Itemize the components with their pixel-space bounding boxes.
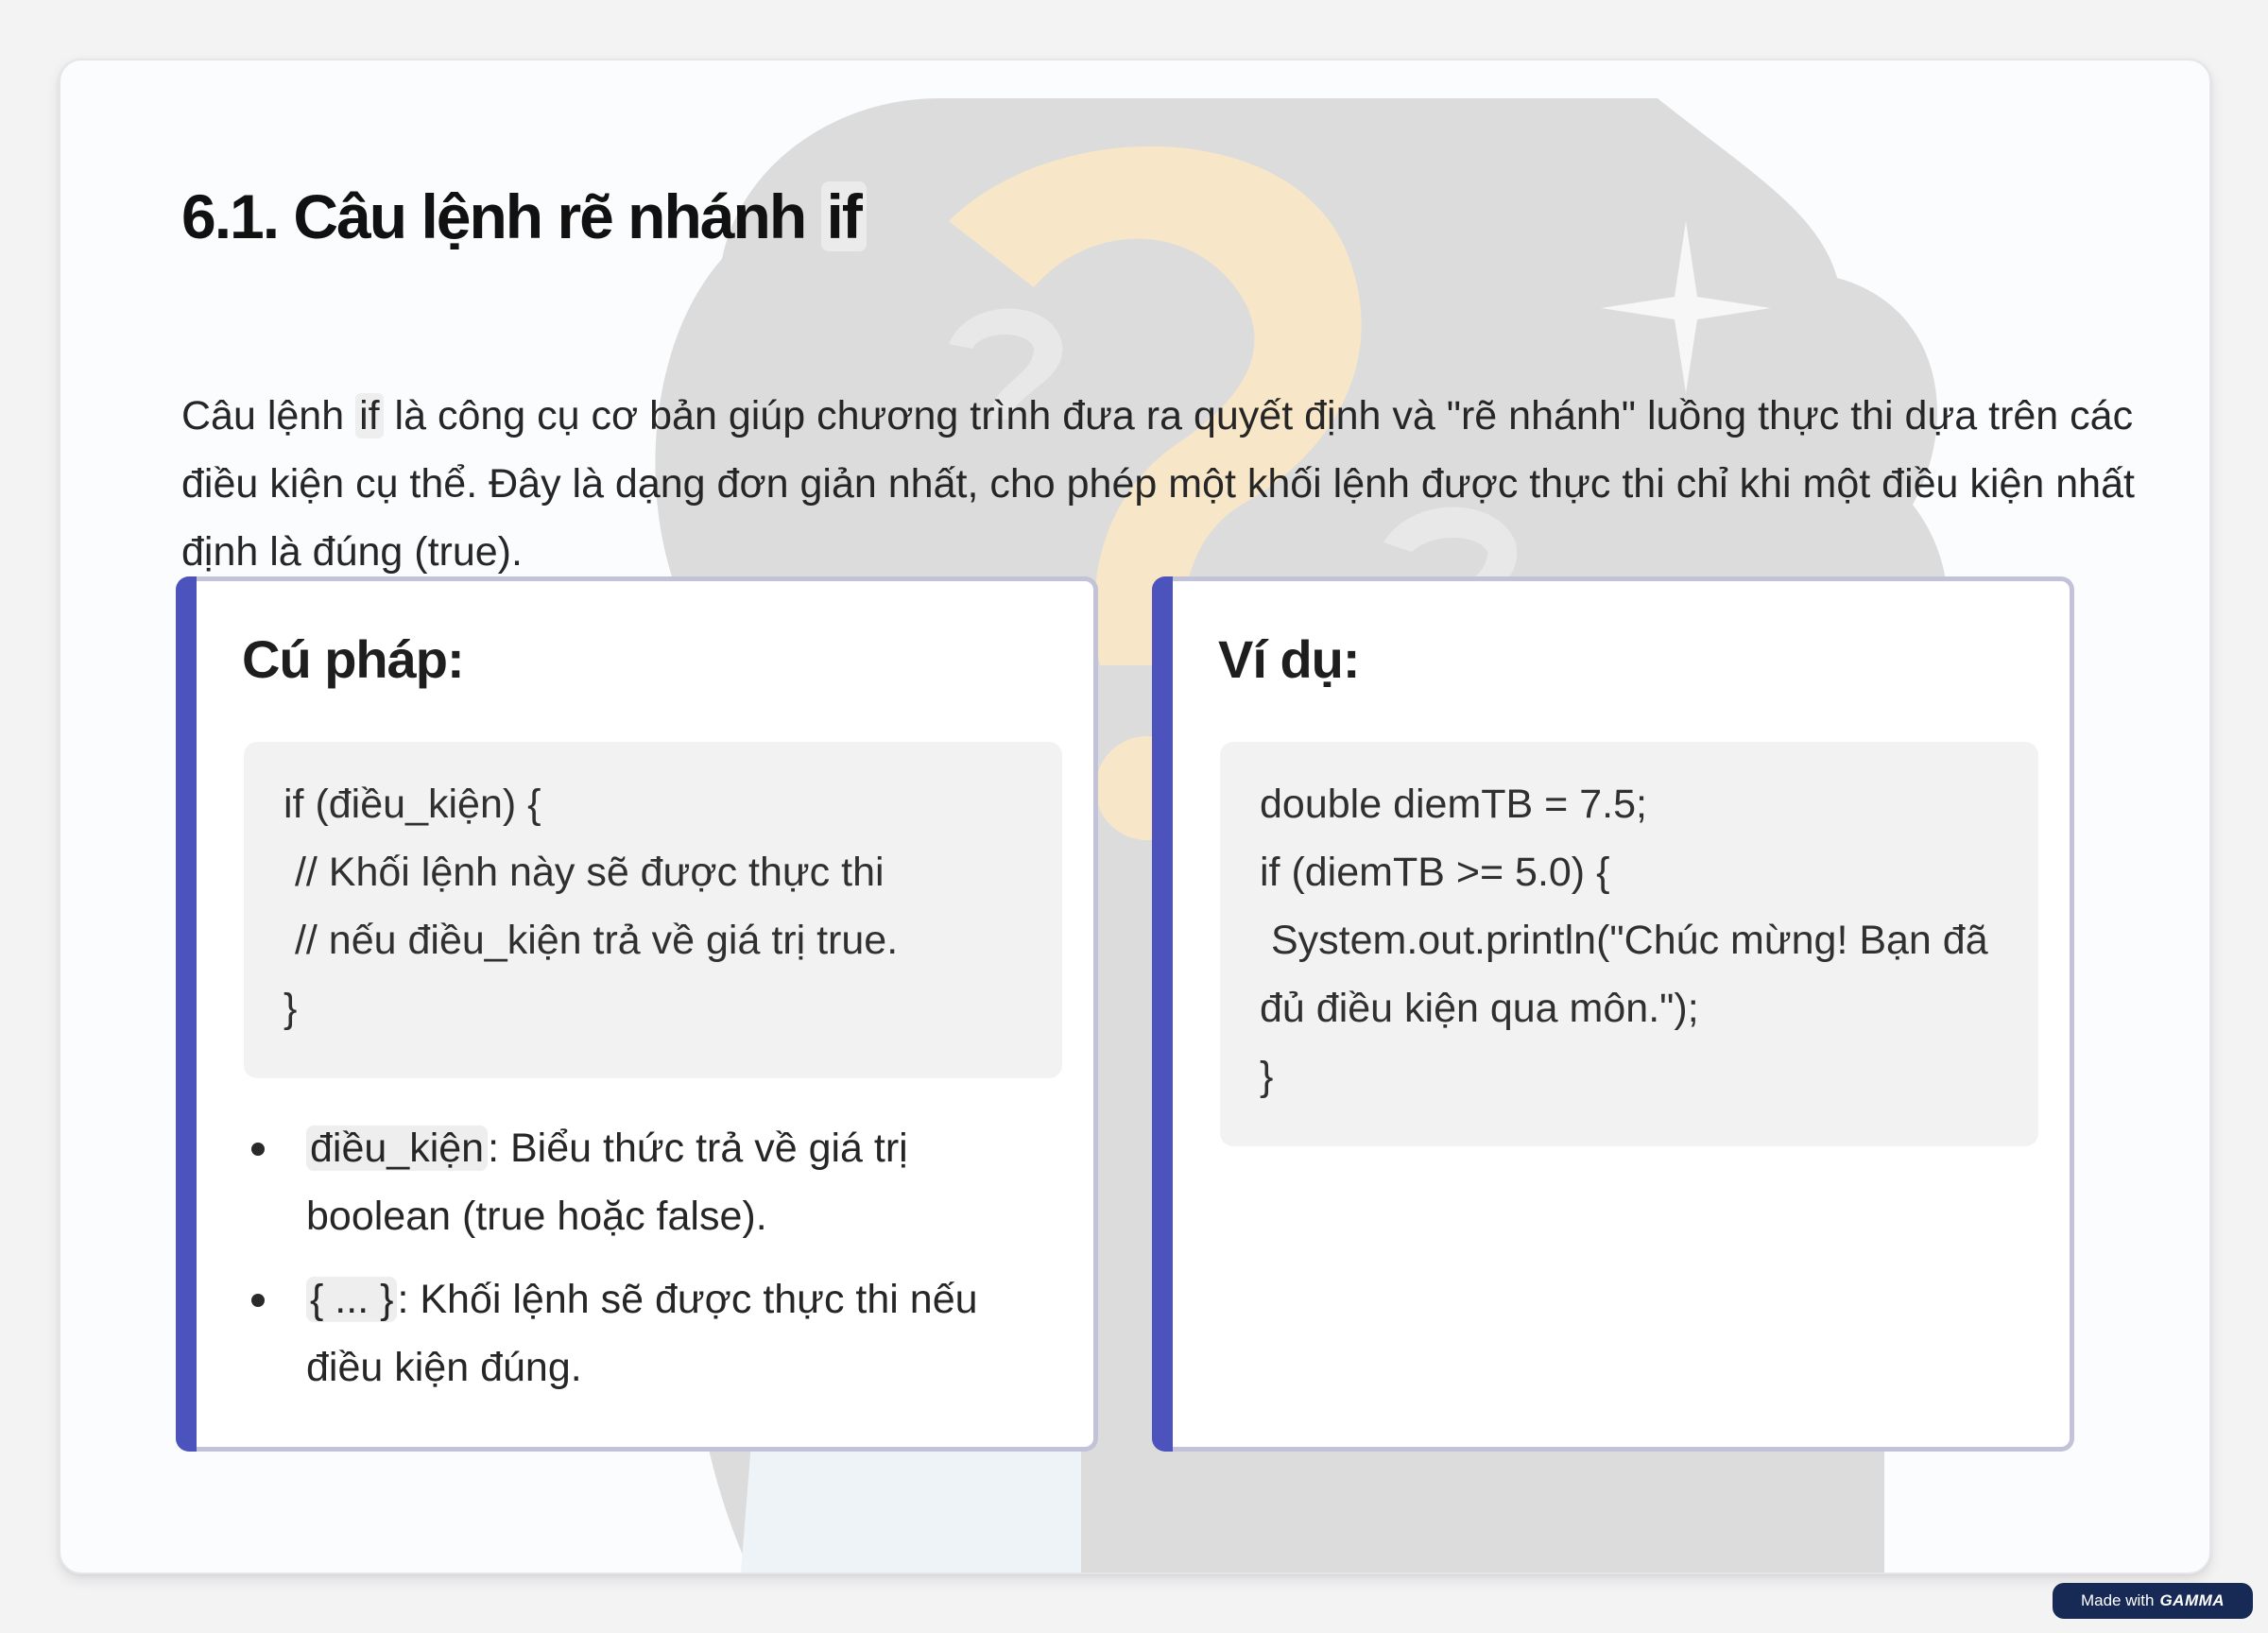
syntax-bullet-list: điều_kiện: Biểu thức trả về giá trị bool… bbox=[244, 1114, 1047, 1417]
bullet-dot-icon bbox=[251, 1143, 265, 1156]
code-line: if (điều_kiện) { bbox=[284, 782, 541, 827]
example-card-title: Ví dụ: bbox=[1218, 629, 1361, 689]
slide-content: 6.1. Câu lệnh rẽ nhánh if Câu lệnh if là… bbox=[60, 60, 2209, 1573]
intro-code-chip: if bbox=[355, 393, 384, 438]
syntax-code-block: if (điều_kiện) { // Khối lệnh này sẽ đượ… bbox=[244, 742, 1062, 1078]
bullet-text: : Khối lệnh sẽ được thực thi nếu điều ki… bbox=[306, 1277, 978, 1390]
example-code-block: double diemTB = 7.5; if (diemTB >= 5.0) … bbox=[1220, 742, 2038, 1146]
code-line: System.out.println("Chúc mừng! Bạn đã đủ… bbox=[1260, 918, 2000, 1031]
slide-card: 6.1. Câu lệnh rẽ nhánh if Câu lệnh if là… bbox=[59, 59, 2211, 1574]
intro-text-start: Câu lệnh bbox=[181, 393, 356, 438]
code-line: } bbox=[1260, 1054, 1274, 1099]
intro-text-rest: là công cụ cơ bản giúp chương trình đưa … bbox=[181, 393, 2135, 575]
code-line: if (diemTB >= 5.0) { bbox=[1260, 850, 1610, 895]
syntax-card-title: Cú pháp: bbox=[242, 629, 465, 689]
code-line: // nếu điều_kiện trả về giá trị true. bbox=[284, 918, 899, 963]
bullet-code-chip: điều_kiện bbox=[306, 1126, 489, 1171]
title-code-chip: if bbox=[820, 181, 867, 251]
syntax-card: Cú pháp: if (điều_kiện) { // Khối lệnh n… bbox=[176, 576, 1098, 1452]
bullet-code-chip: { ... } bbox=[306, 1277, 398, 1322]
bullet-dot-icon bbox=[251, 1294, 265, 1307]
title-text: 6.1. Câu lệnh rẽ nhánh bbox=[181, 181, 821, 251]
code-line: } bbox=[284, 986, 298, 1031]
made-with-gamma-badge[interactable]: Made with GAMMA bbox=[2053, 1583, 2253, 1619]
code-line: // Khối lệnh này sẽ được thực thi bbox=[284, 850, 885, 895]
code-line: double diemTB = 7.5; bbox=[1260, 782, 1647, 827]
list-item: điều_kiện: Biểu thức trả về giá trị bool… bbox=[244, 1114, 1047, 1250]
example-card: Ví dụ: double diemTB = 7.5; if (diemTB >… bbox=[1152, 576, 2074, 1452]
list-item: { ... }: Khối lệnh sẽ được thực thi nếu … bbox=[244, 1265, 1047, 1401]
page-title: 6.1. Câu lệnh rẽ nhánh if bbox=[181, 180, 867, 254]
gamma-logo: GAMMA bbox=[2159, 1591, 2225, 1609]
intro-paragraph: Câu lệnh if là công cụ cơ bản giúp chươn… bbox=[181, 382, 2138, 586]
badge-text: Made with bbox=[2080, 1591, 2155, 1609]
